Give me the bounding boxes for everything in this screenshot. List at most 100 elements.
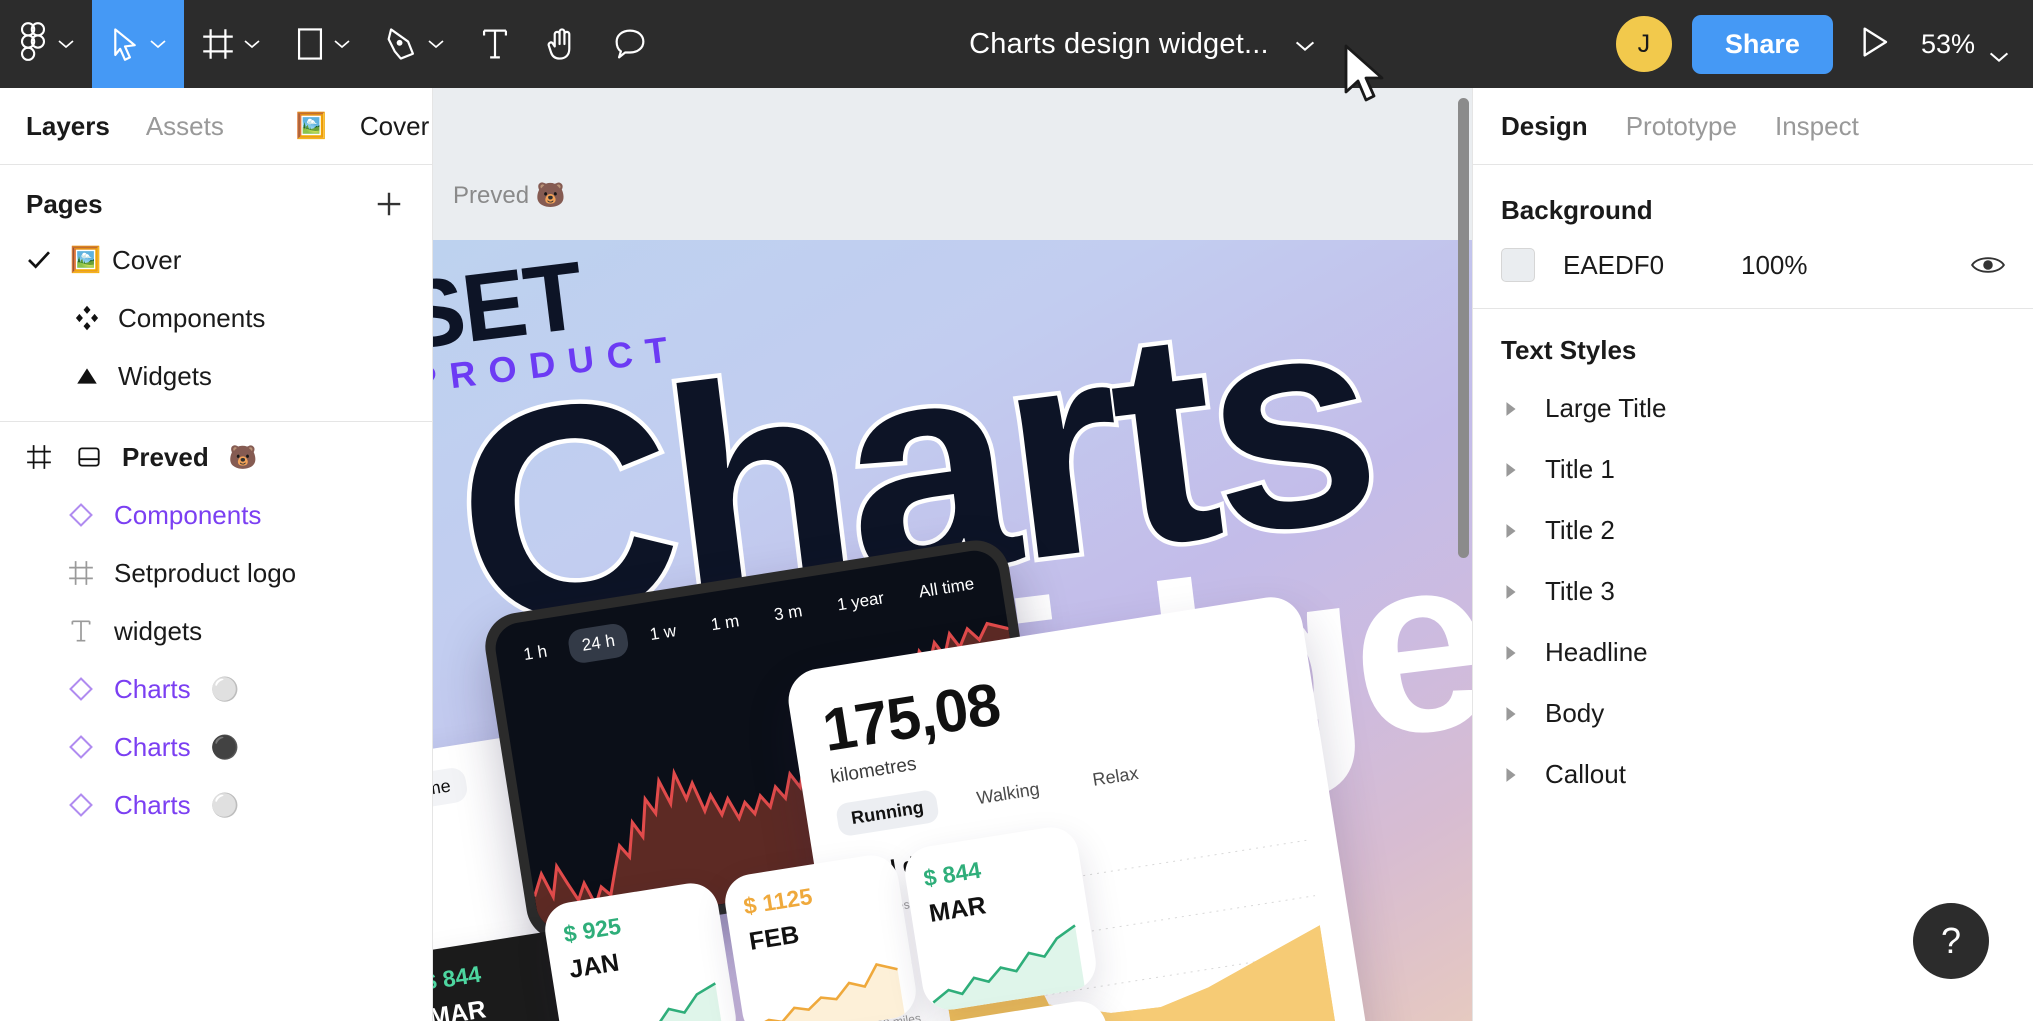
background-opacity-value[interactable]: 100%	[1741, 250, 1943, 281]
pages-list[interactable]: 🖼️ Cover Components Widgets	[0, 231, 432, 421]
text-style-row[interactable]: Callout	[1473, 744, 2033, 805]
range-tab-1year[interactable]: 1 year	[822, 579, 900, 624]
components-diamonds-icon	[70, 301, 104, 335]
layer-row[interactable]: Components	[0, 486, 432, 544]
background-color-swatch[interactable]	[1501, 248, 1535, 282]
text-style-row[interactable]: Body	[1473, 683, 2033, 744]
component-diamond-icon	[64, 730, 98, 764]
triangle-right-icon[interactable]	[1501, 523, 1521, 539]
text-icon	[64, 614, 98, 648]
layer-row[interactable]: Preved 🐻	[0, 428, 432, 486]
layer-label: Charts	[114, 731, 191, 762]
cover-artboard[interactable]: SET PRODUCT Charts widgets time 1 h 24 h…	[433, 240, 1472, 1021]
pen-tool-button[interactable]	[368, 0, 462, 88]
check-icon	[26, 250, 56, 270]
chevron-down-icon	[334, 39, 350, 49]
tab-design[interactable]: Design	[1501, 111, 1588, 142]
frame-icon	[202, 28, 234, 60]
text-style-label: Title 3	[1545, 576, 1615, 606]
chevron-down-icon	[1989, 39, 2009, 62]
move-tool-button[interactable]	[92, 0, 184, 88]
layer-label: Charts	[114, 673, 191, 704]
text-style-row[interactable]: Title 2	[1473, 500, 2033, 561]
canvas-scrollbar[interactable]	[1458, 98, 1469, 558]
layer-label: Charts	[114, 789, 191, 820]
triangle-right-icon[interactable]	[1501, 706, 1521, 722]
layer-emoji: ⚪	[210, 675, 240, 702]
layer-row[interactable]: widgets	[0, 602, 432, 660]
layer-row[interactable]: Setproduct logo	[0, 544, 432, 602]
frame-label[interactable]: Preved 🐻	[453, 181, 566, 210]
tab-assets[interactable]: Assets	[146, 111, 224, 142]
background-section-title: Background	[1501, 195, 1653, 225]
frame-tool-button[interactable]	[184, 0, 278, 88]
layer-label: Setproduct logo	[114, 557, 297, 588]
right-sidebar-tabs: Design Prototype Inspect	[1473, 88, 2033, 164]
text-style-row[interactable]: Title 1	[1473, 439, 2033, 500]
background-row: EAEDF0 100%	[1473, 226, 2033, 308]
pages-header: Pages	[0, 165, 432, 231]
fitness-tab-running[interactable]: Running	[835, 788, 940, 838]
rectangle-icon	[296, 27, 324, 61]
page-item-cover[interactable]: 🖼️ Cover	[0, 231, 432, 289]
range-tab-1w[interactable]: 1 w	[634, 612, 691, 654]
comment-tool-button[interactable]	[596, 0, 664, 88]
fitness-tab-relax[interactable]: Relax	[1076, 755, 1154, 799]
layer-row[interactable]: Charts ⚫	[0, 718, 432, 776]
layer-label: widgets	[114, 615, 203, 646]
design-canvas[interactable]: Preved 🐻 SET PRODUCT Charts widgets time…	[433, 88, 1472, 1021]
chevron-down-icon	[150, 39, 166, 49]
range-tab-1h[interactable]: 1 h	[508, 633, 562, 674]
hand-tool-button[interactable]	[528, 0, 596, 88]
text-style-row[interactable]: Large Title	[1473, 378, 2033, 439]
layer-row[interactable]: Charts ⚪	[0, 660, 432, 718]
shape-tool-button[interactable]	[278, 0, 368, 88]
text-style-label: Headline	[1545, 637, 1648, 667]
avatar-initial: J	[1637, 29, 1651, 58]
main-toolbar: Charts design widget... J Share 53%	[0, 0, 2033, 88]
background-hex-value[interactable]: EAEDF0	[1563, 250, 1713, 281]
chevron-down-icon	[58, 39, 74, 49]
question-mark-icon: ?	[1940, 920, 1962, 961]
zoom-control[interactable]: 53%	[1915, 29, 2033, 62]
frame-icon	[64, 556, 98, 590]
layers-list[interactable]: Preved 🐻 Components Setproduct logo widg…	[0, 422, 432, 834]
tab-layers[interactable]: Layers	[26, 111, 110, 142]
page-item-components[interactable]: Components	[0, 289, 432, 347]
right-sidebar: Design Prototype Inspect Background EAED…	[1472, 88, 2033, 1021]
triangle-right-icon[interactable]	[1501, 645, 1521, 661]
text-tool-button[interactable]	[462, 0, 528, 88]
range-tab-3m[interactable]: 3 m	[759, 592, 818, 634]
file-title-menu[interactable]: Charts design widget...	[969, 27, 1314, 61]
fitness-tab-walking[interactable]: Walking	[960, 770, 1055, 817]
range-tab-alltime[interactable]: All time	[904, 565, 990, 611]
layer-row[interactable]: Charts ⚪	[0, 776, 432, 834]
share-button[interactable]: Share	[1691, 14, 1833, 74]
triangle-right-icon[interactable]	[1501, 767, 1521, 783]
current-page-label[interactable]: Cover	[360, 111, 429, 142]
tab-inspect[interactable]: Inspect	[1775, 111, 1859, 142]
help-button[interactable]: ?	[1913, 903, 1989, 979]
tab-prototype[interactable]: Prototype	[1626, 111, 1737, 142]
layer-emoji: ⚫	[210, 733, 240, 760]
triangle-icon	[70, 359, 104, 393]
eye-icon[interactable]	[1971, 253, 2005, 277]
range-tab-24h[interactable]: 24 h	[566, 621, 631, 665]
avatar[interactable]: J	[1615, 16, 1672, 72]
triangle-right-icon[interactable]	[1501, 401, 1521, 417]
triangle-right-icon[interactable]	[1501, 462, 1521, 478]
page-item-widgets[interactable]: Widgets	[0, 347, 432, 405]
left-sidebar-tabs: Layers Assets 🖼️ Cover	[0, 88, 432, 164]
main-menu-button[interactable]	[0, 0, 92, 88]
plus-icon[interactable]	[372, 187, 406, 221]
present-button[interactable]	[1833, 26, 1915, 63]
layer-emoji: 🐻	[228, 443, 258, 470]
month-card[interactable]: $ 844 MAR	[901, 823, 1100, 1014]
file-title-label: Charts design widget...	[969, 27, 1269, 60]
range-tab-1m[interactable]: 1 m	[696, 602, 755, 644]
cursor-arrow-icon	[110, 27, 140, 61]
text-style-row[interactable]: Headline	[1473, 622, 2033, 683]
month-card[interactable]: $ 1125 FEB	[721, 851, 920, 1021]
text-style-row[interactable]: Title 3	[1473, 561, 2033, 622]
triangle-right-icon[interactable]	[1501, 584, 1521, 600]
